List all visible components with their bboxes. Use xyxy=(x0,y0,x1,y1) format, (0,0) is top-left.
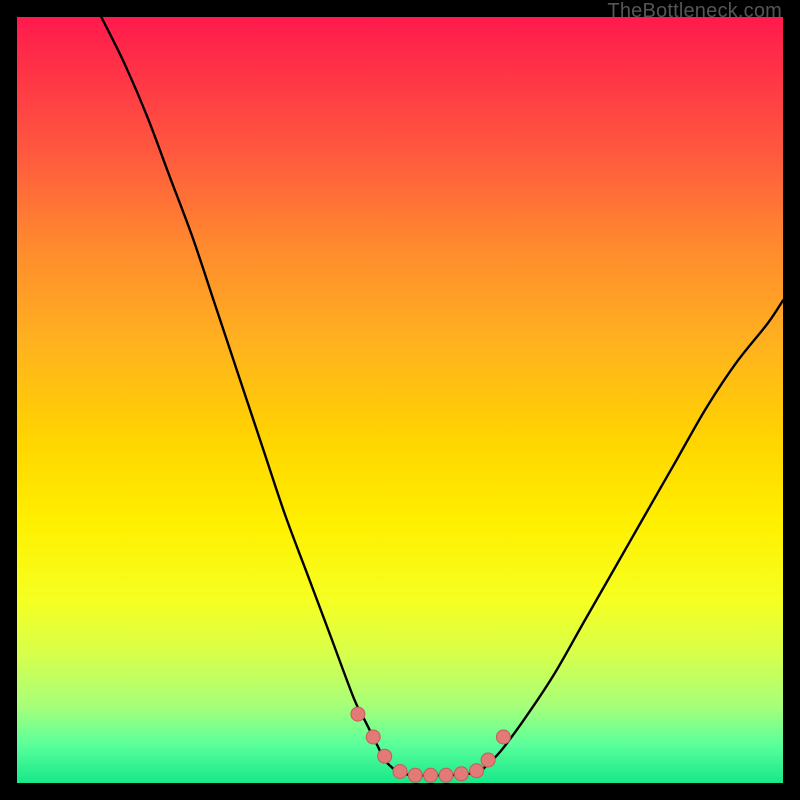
chart-svg xyxy=(17,17,783,783)
valley-dot xyxy=(481,753,495,767)
valley-dot xyxy=(424,768,438,782)
valley-dot xyxy=(351,707,365,721)
chart-plot-area xyxy=(17,17,783,783)
chart-frame: TheBottleneck.com xyxy=(0,0,800,800)
valley-dot xyxy=(439,768,453,782)
valley-dot xyxy=(496,730,510,744)
curve-group xyxy=(101,17,783,782)
bottleneck-curve xyxy=(101,17,783,775)
valley-markers xyxy=(351,707,511,782)
valley-dot xyxy=(378,749,392,763)
valley-dot xyxy=(408,768,422,782)
valley-dot xyxy=(470,764,484,778)
valley-dot xyxy=(366,730,380,744)
valley-dot xyxy=(454,767,468,781)
watermark-text: TheBottleneck.com xyxy=(607,0,782,23)
valley-dot xyxy=(393,765,407,779)
